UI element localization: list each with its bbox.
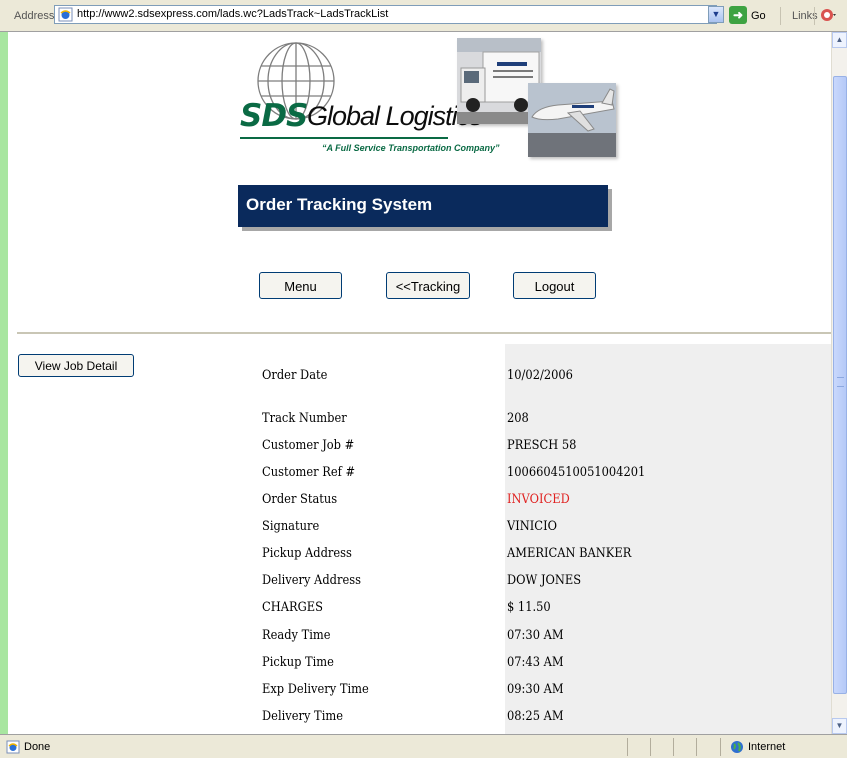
vertical-scrollbar[interactable]: ▲ ▼ [831,32,847,734]
detail-row-delivery-time: Delivery Time 08:25 AM [262,709,822,731]
detail-value: 07:43 AM [507,655,564,670]
detail-row-track-number: Track Number 208 [262,411,822,433]
detail-row-delivery-address: Delivery Address DOW JONES [262,573,822,595]
detail-label: Signature [262,519,320,534]
detail-value: 1006604510051004201 [507,465,646,480]
menu-button[interactable]: Menu [259,272,342,299]
detail-label: Ready Time [262,628,331,643]
detail-label: Delivery Time [262,709,343,724]
detail-value: 208 [507,411,529,426]
detail-row-customer-job: Customer Job # PRESCH 58 [262,438,822,460]
detail-label: Pickup Time [262,655,334,670]
detail-row-pickup-address: Pickup Address AMERICAN BANKER [262,546,822,568]
ie-page-icon [58,7,73,22]
toolbar-separator [780,7,781,25]
page-done-icon [6,740,20,754]
scroll-down-icon[interactable]: ▼ [832,718,847,734]
detail-label: Exp Delivery Time [262,682,369,697]
detail-value: 09:30 AM [507,682,564,697]
status-bar: Done Internet [0,734,847,758]
detail-label: Order Status [262,492,338,507]
scrollbar-thumb[interactable] [833,76,847,694]
address-label: Address [14,10,55,22]
security-zone-text: Internet [748,741,786,753]
status-pane-divider [696,738,697,756]
toolbar-separator [814,7,815,25]
detail-value: $ 11.50 [507,600,551,615]
toolbar-extension-icon[interactable] [820,7,836,23]
detail-row-charges: CHARGES $ 11.50 [262,600,822,622]
detail-row-signature: Signature VINICIO [262,519,822,541]
cargo-plane-photo [528,83,616,157]
detail-row-exp-delivery-time: Exp Delivery Time 09:30 AM [262,682,822,704]
internet-zone-globe-icon [731,741,743,753]
status-text: Done [24,741,51,753]
view-job-detail-button[interactable]: View Job Detail [18,354,134,377]
detail-row-order-date: Order Date 10/02/2006 [262,368,822,390]
detail-value: 07:30 AM [507,628,564,643]
scroll-up-icon[interactable]: ▲ [832,32,847,48]
detail-value: VINICIO [507,519,557,534]
status-pane-divider [650,738,651,756]
detail-value: DOW JONES [507,573,582,588]
page-title: Order Tracking System [246,195,433,214]
detail-label: Customer Job # [262,438,355,453]
title-banner: Order Tracking System [238,185,612,231]
detail-label: Order Date [262,368,328,383]
detail-row-ready-time: Ready Time 07:30 AM [262,628,822,650]
go-button[interactable]: Go [751,10,766,22]
logo-underline [240,137,448,139]
detail-label: Track Number [262,411,347,426]
detail-label: Delivery Address [262,573,361,588]
url-input[interactable]: http://www2.sdsexpress.com/lads.wc?LadsT… [54,5,717,24]
horizontal-divider [17,332,831,334]
left-frame-border [0,32,8,734]
logo-tagline: “A Full Service Transportation Company” [322,143,500,153]
address-bar: Address http://www2.sdsexpress.com/lads.… [0,0,847,32]
detail-label: Customer Ref # [262,465,356,480]
status-pane-divider [627,738,628,756]
detail-row-order-status: Order Status INVOICED [262,492,822,514]
scrollbar-grip [837,377,844,387]
company-logo: SDS Global Logistics® “A Full Service Tr… [240,38,620,160]
url-text: http://www2.sdsexpress.com/lads.wc?LadsT… [77,8,389,20]
detail-value: 10/02/2006 [507,368,573,383]
back-to-tracking-button[interactable]: <<Tracking [386,272,470,299]
detail-value: AMERICAN BANKER [507,546,632,561]
status-pane-divider [673,738,674,756]
detail-row-pickup-time: Pickup Time 07:43 AM [262,655,822,677]
airplane-icon [528,83,616,157]
detail-row-customer-ref: Customer Ref # 1006604510051004201 [262,465,822,487]
address-dropdown-icon[interactable]: ▼ [708,6,724,23]
detail-value: 08:25 AM [507,709,564,724]
detail-label: CHARGES [262,600,323,615]
go-arrow-icon[interactable]: ➜ [729,6,747,24]
status-pane-divider [720,738,721,756]
logo-global-word: Global Logistics [307,101,483,131]
detail-label: Pickup Address [262,546,352,561]
logout-button[interactable]: Logout [513,272,596,299]
order-status-badge: INVOICED [507,492,570,507]
logo-sds-text: SDS [240,98,308,134]
detail-value: PRESCH 58 [507,438,577,453]
